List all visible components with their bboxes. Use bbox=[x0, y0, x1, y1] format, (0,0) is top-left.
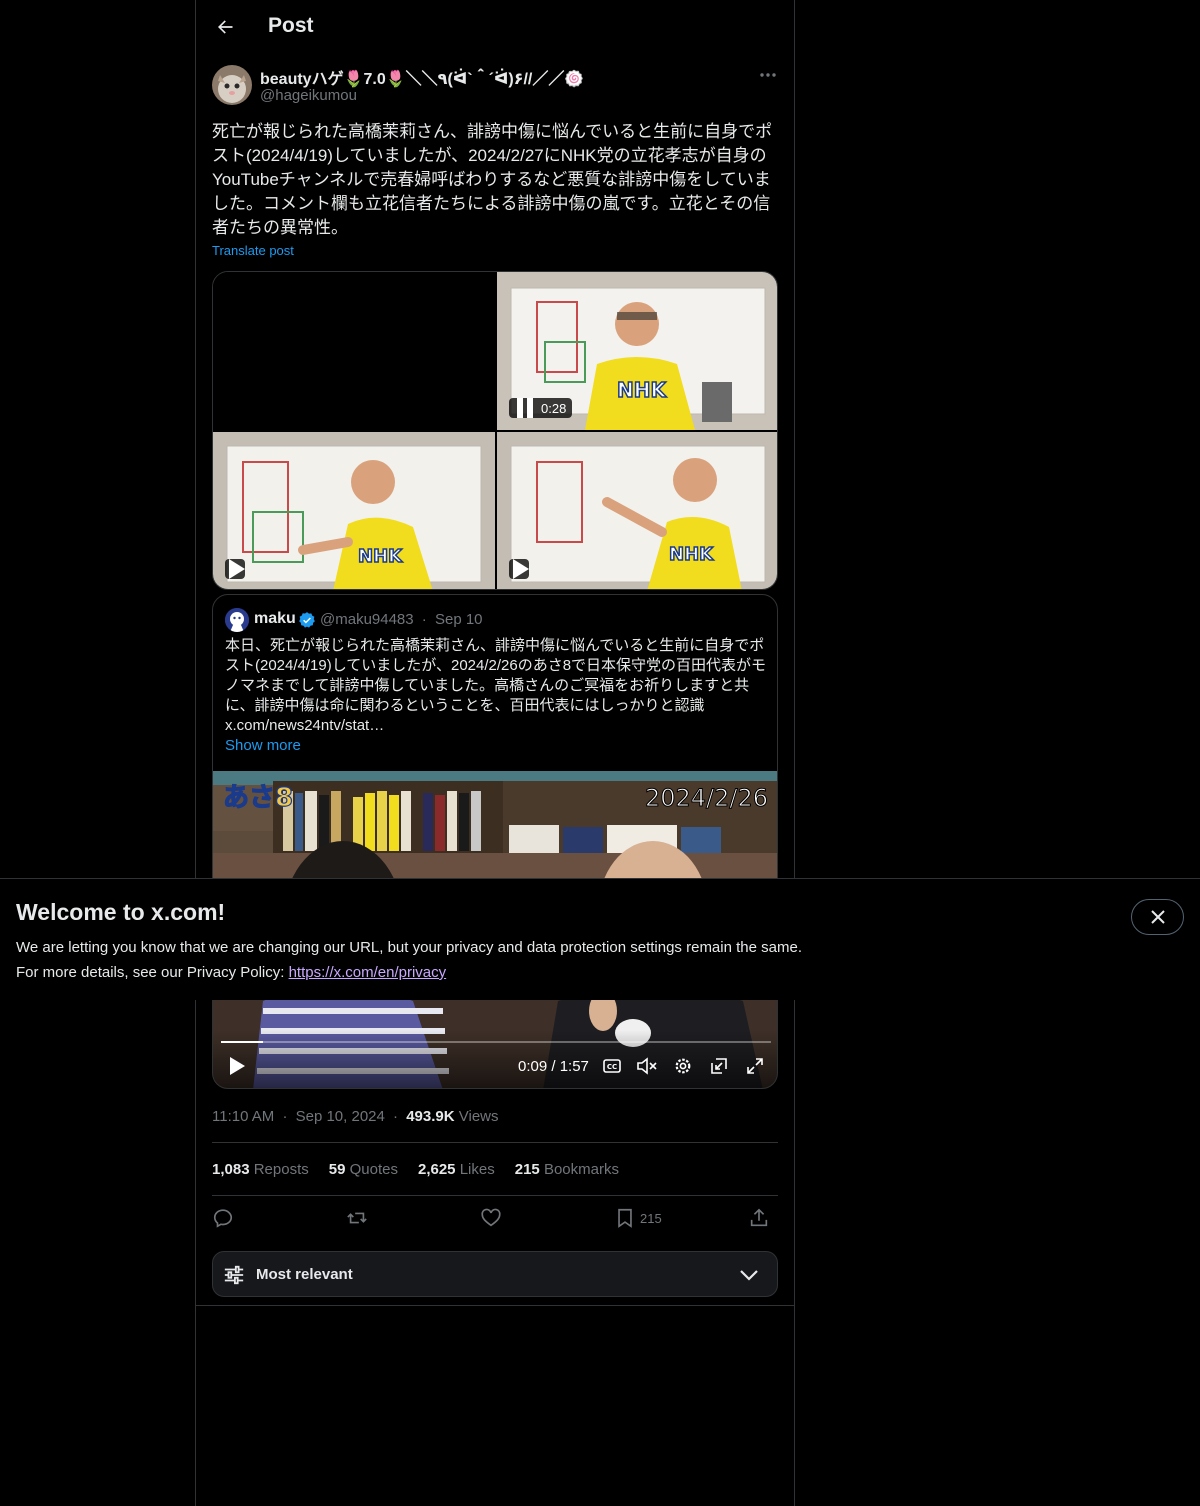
fullscreen-button[interactable] bbox=[743, 1054, 767, 1078]
share-button[interactable] bbox=[748, 1207, 770, 1229]
share-icon bbox=[750, 1208, 768, 1227]
reply-sort-dropdown[interactable]: Most relevant bbox=[212, 1251, 778, 1297]
quote-text: 本日、死亡が報じられた高橋茉莉さん、誹謗中傷に悩んでいると生前に自身でポスト(2… bbox=[225, 637, 767, 734]
chevron-down-icon bbox=[740, 1270, 758, 1281]
reply-button[interactable] bbox=[212, 1207, 234, 1229]
video-play-button[interactable] bbox=[225, 1054, 249, 1078]
close-icon bbox=[1150, 910, 1165, 924]
banner-title: Welcome to x.com! bbox=[16, 899, 226, 925]
reply-icon bbox=[213, 1209, 233, 1228]
mute-button[interactable] bbox=[635, 1054, 659, 1078]
captions-button[interactable]: CC bbox=[601, 1054, 623, 1078]
banner-close-button[interactable] bbox=[1131, 899, 1184, 935]
svg-text:NHK: NHK bbox=[669, 544, 714, 565]
bookmark-count: 215 bbox=[640, 1210, 662, 1226]
quote-meta: @maku94483 · Sep 10 bbox=[320, 611, 483, 628]
post-header: Post bbox=[196, 0, 794, 54]
quoted-post[interactable]: maku @maku94483 · Sep 10 本日、死亡が報じられた高橋茉莉… bbox=[212, 594, 778, 1089]
play-icon bbox=[230, 1057, 245, 1075]
tune-icon bbox=[224, 1265, 244, 1285]
bookmark-icon bbox=[618, 1208, 632, 1228]
author-handle[interactable]: @hageikumou bbox=[260, 87, 357, 104]
video-duration-badge: 0:28 bbox=[509, 398, 573, 418]
play-icon bbox=[513, 559, 529, 579]
pause-icon bbox=[517, 398, 533, 418]
verified-badge-icon bbox=[299, 612, 315, 628]
primary-column: Post beautyハゲ🌷7.0🌷＼＼٩(ᐛ`＾´ᐛ)۶//／／🍥 @hage… bbox=[195, 0, 795, 1506]
quote-link: x.com/news24ntv/stat… bbox=[225, 717, 385, 734]
settings-button[interactable] bbox=[671, 1054, 695, 1078]
translate-post-link[interactable]: Translate post bbox=[212, 243, 294, 258]
heart-icon bbox=[481, 1208, 501, 1227]
gear-icon bbox=[675, 1058, 691, 1074]
arrow-left-icon bbox=[218, 20, 233, 34]
sort-label: Most relevant bbox=[256, 1266, 353, 1283]
quote-date: Sep 10 bbox=[434, 611, 483, 628]
svg-text:NHK: NHK bbox=[617, 378, 667, 402]
more-dots-icon bbox=[760, 73, 776, 77]
privacy-policy-link[interactable]: https://x.com/en/privacy bbox=[289, 964, 447, 981]
date-overlay: 2024/2/26 bbox=[645, 784, 768, 812]
author-avatar[interactable] bbox=[212, 65, 252, 105]
divider bbox=[212, 1195, 778, 1196]
author-name[interactable]: beautyハゲ🌷7.0🌷＼＼٩(ᐛ`＾´ᐛ)۶//／／🍥 bbox=[260, 65, 584, 89]
video-duration: 0:28 bbox=[541, 400, 567, 416]
banner-text: We are letting you know that we are chan… bbox=[16, 939, 802, 981]
bookmark-button[interactable]: 215 bbox=[614, 1207, 662, 1229]
svg-text:CC: CC bbox=[607, 1063, 617, 1071]
quote-author-avatar bbox=[225, 608, 249, 632]
views-count: 493.9K bbox=[406, 1108, 455, 1125]
post-date[interactable]: Sep 10, 2024 bbox=[296, 1108, 385, 1125]
video-time: 0:09 / 1:57 bbox=[518, 1058, 589, 1075]
quote-author-handle: @maku94483 bbox=[320, 611, 414, 628]
page-title: Post bbox=[268, 14, 314, 37]
captions-icon: CC bbox=[603, 1059, 621, 1073]
divider bbox=[212, 1142, 778, 1143]
quote-author-name: maku bbox=[254, 610, 296, 627]
video-progress-fill bbox=[221, 1041, 264, 1043]
video-play-badge bbox=[509, 559, 529, 579]
more-options-button[interactable] bbox=[752, 64, 784, 86]
post-actions: 215 bbox=[212, 1205, 778, 1235]
show-logo: あさ8 bbox=[223, 783, 293, 813]
show-more-link[interactable]: Show more bbox=[225, 737, 301, 754]
quotes-stat[interactable]: 59 Quotes bbox=[329, 1161, 398, 1178]
back-button[interactable] bbox=[208, 10, 242, 44]
likes-stat[interactable]: 2,625 Likes bbox=[418, 1161, 495, 1178]
media-tile-3-video[interactable]: NHK bbox=[213, 432, 495, 589]
media-tile-2-video[interactable]: NHK 0:28 bbox=[497, 272, 777, 430]
play-icon bbox=[229, 559, 245, 579]
post-timestamp: 11:10 AM · Sep 10, 2024 · 493.9K Views bbox=[212, 1108, 499, 1125]
post-time[interactable]: 11:10 AM bbox=[212, 1108, 274, 1125]
divider bbox=[196, 1305, 794, 1306]
volume-muted-icon bbox=[637, 1057, 657, 1075]
video-progress-bar[interactable] bbox=[221, 1041, 771, 1043]
video-controls: 0:09 / 1:57 CC bbox=[213, 1030, 777, 1088]
bookmarks-stat[interactable]: 215 Bookmarks bbox=[515, 1161, 619, 1178]
pip-icon bbox=[711, 1058, 727, 1074]
reposts-stat[interactable]: 1,083 Reposts bbox=[212, 1161, 309, 1178]
repost-button[interactable] bbox=[346, 1207, 368, 1229]
engagement-stats: 1,083 Reposts 59 Quotes 2,625 Likes 215 … bbox=[212, 1161, 619, 1178]
svg-text:NHK: NHK bbox=[358, 546, 403, 567]
expand-icon bbox=[747, 1058, 763, 1074]
repost-icon bbox=[347, 1212, 367, 1224]
like-button[interactable] bbox=[480, 1207, 502, 1229]
media-tile-4-video[interactable]: NHK bbox=[497, 432, 777, 589]
picture-in-picture-button[interactable] bbox=[707, 1054, 731, 1078]
media-grid: NHK 0:28 NHK NHK bbox=[212, 271, 778, 590]
post-text: 死亡が報じられた高橋茉莉さん、誹謗中傷に悩んでいると生前に自身でポスト(2024… bbox=[212, 122, 773, 237]
url-change-banner: Welcome to x.com! We are letting you kno… bbox=[0, 878, 1200, 1000]
views-label: Views bbox=[458, 1108, 499, 1125]
media-tile-1[interactable] bbox=[213, 272, 495, 430]
video-play-badge bbox=[225, 559, 245, 579]
